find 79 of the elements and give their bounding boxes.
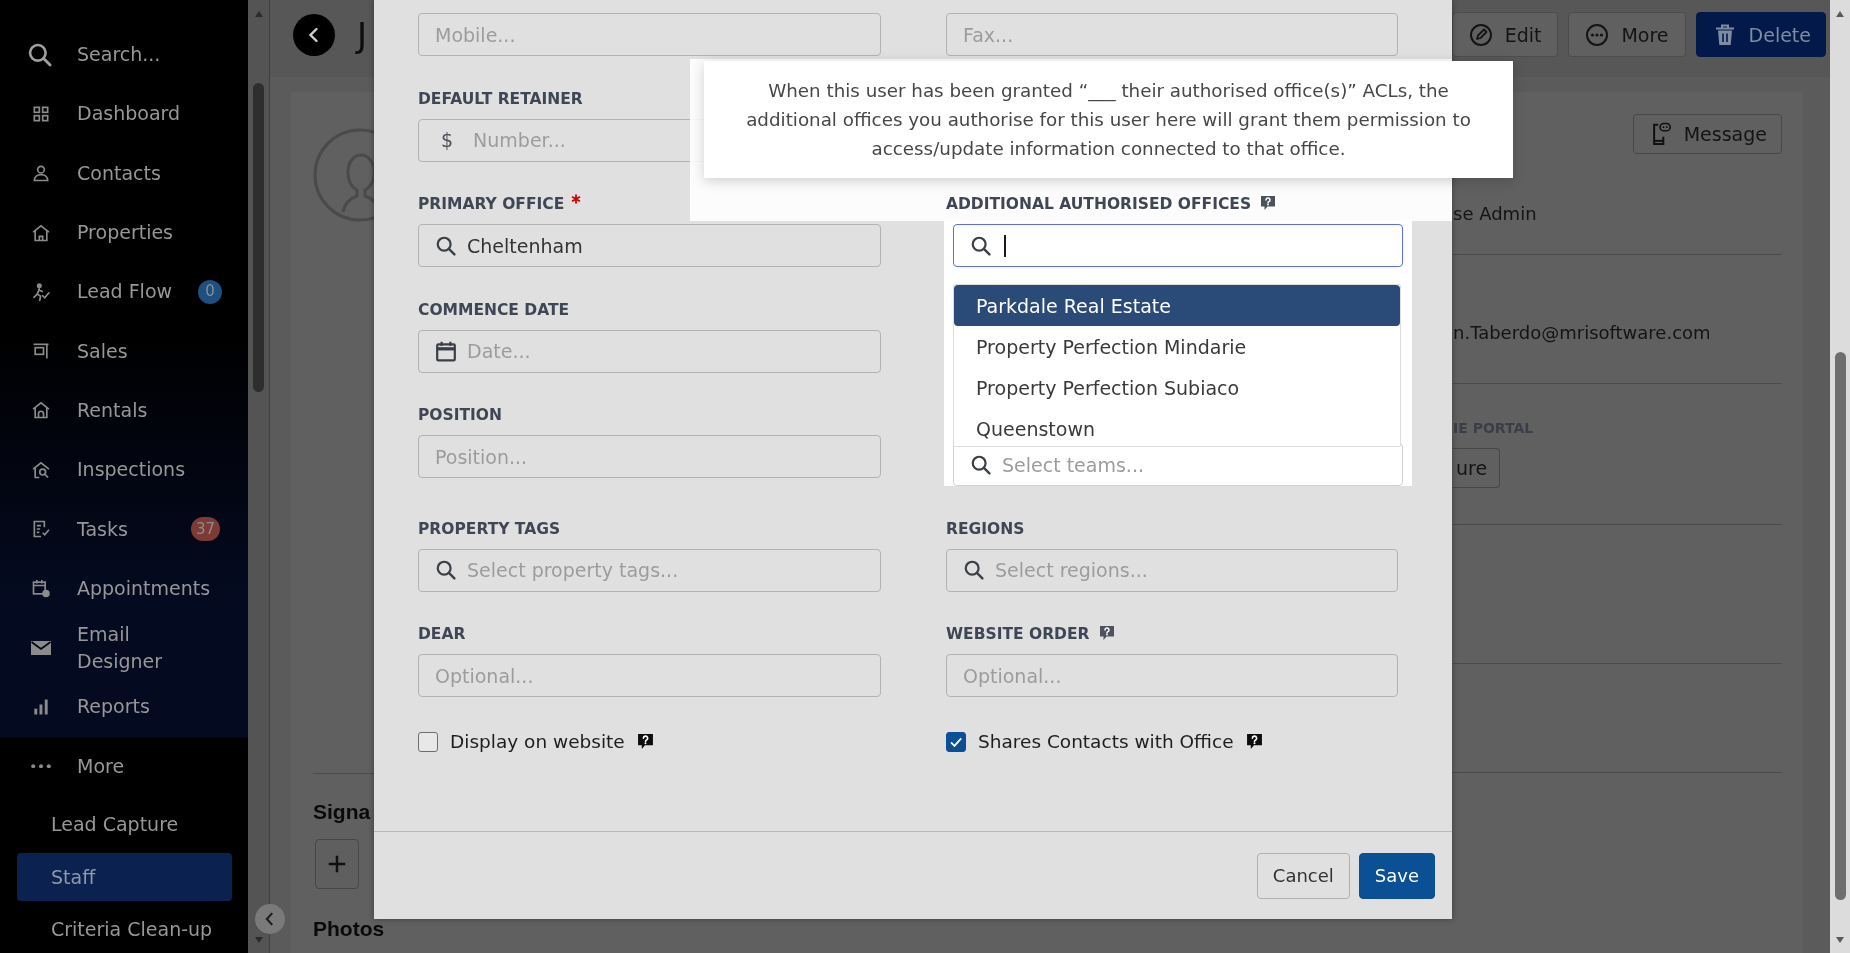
checkbox[interactable] [418, 731, 438, 752]
sidebar-item[interactable]: Appointments [0, 558, 248, 618]
up-arrow-icon[interactable] [1835, 10, 1845, 18]
detail-value: se Admin [1453, 202, 1537, 226]
scrollbar-thumb[interactable] [253, 83, 264, 392]
count-badge: 37 [190, 517, 220, 541]
delete-button[interactable]: Delete [1695, 12, 1826, 57]
help-icon[interactable] [1260, 194, 1277, 211]
search-icon [435, 234, 457, 257]
sidebar-item[interactable]: Reports [0, 677, 248, 737]
help-icon[interactable] [1245, 733, 1263, 750]
scrollbar[interactable] [1830, 0, 1850, 953]
checkbox[interactable] [946, 731, 966, 752]
dropdown-option[interactable]: Property Perfection Mindarie [954, 326, 1400, 367]
pencil-icon [1468, 22, 1493, 47]
sidebar-subitem[interactable]: Criteria Clean-up [17, 905, 232, 953]
add-button[interactable] [315, 839, 359, 889]
checklist-icon [31, 519, 51, 539]
sidebar-subitem[interactable]: Staff [17, 852, 232, 901]
field-label: REGIONS [946, 519, 1025, 538]
sidebar-item[interactable]: More [0, 736, 248, 796]
sidebar-search-button[interactable]: Search... [0, 25, 248, 85]
search-icon [435, 559, 457, 581]
sidebar-item[interactable]: Tasks 37 [0, 499, 248, 559]
search-icon [27, 41, 53, 68]
page-title: J [357, 14, 368, 55]
house-icon [31, 400, 51, 421]
help-icon[interactable] [636, 733, 654, 750]
search-icon [970, 453, 992, 476]
save-button[interactable]: Save [1358, 852, 1435, 899]
section-title: Signa [313, 799, 371, 825]
sidebar-subitem[interactable]: Lead Capture [17, 800, 232, 849]
scrollbar-thumb[interactable] [1834, 352, 1846, 900]
checkbox-label[interactable]: Shares Contacts with Office [978, 731, 1234, 752]
house-icon [31, 222, 51, 243]
field-label: DEFAULT RETAINER [418, 89, 583, 108]
search-icon [970, 234, 992, 257]
sidebar-item[interactable]: Email Designer [0, 617, 248, 678]
plus-icon [326, 853, 348, 875]
text-cursor-icon [1004, 234, 1006, 257]
sidebar-item[interactable]: Dashboard [0, 84, 248, 144]
scrollbar[interactable] [248, 0, 270, 953]
calendar-icon [31, 578, 51, 599]
sidebar-item[interactable]: Inspections [0, 440, 248, 500]
checkbox-label[interactable]: Display on website [450, 731, 625, 752]
ellipsis-circle-icon [1585, 22, 1610, 47]
person-icon [31, 163, 51, 184]
count-badge: 0 [198, 279, 223, 304]
down-arrow-icon[interactable] [1835, 936, 1845, 944]
dropdown-option[interactable]: Property Perfection Subiaco [954, 367, 1400, 408]
sidebar-item[interactable]: Sales [0, 321, 248, 381]
sidebar-item[interactable]: Lead Flow 0 [0, 262, 248, 322]
section-title: Photos [313, 916, 385, 942]
help-icon[interactable] [1098, 624, 1115, 641]
field-label: COMMENCE DATE [418, 300, 570, 319]
tooltip: When this user has been granted “___ their authorised office(s)” ACLs, the additional offices you authorise for this user here will grant them permission to access/update information connected to that office. [704, 61, 1513, 178]
avatar-icon [313, 128, 374, 222]
search-icon [963, 559, 985, 581]
search-field[interactable] [953, 224, 1403, 267]
sidebar-item[interactable]: Properties [0, 202, 248, 263]
search-field[interactable]: Cheltenham [418, 224, 881, 267]
field-label: ADDITIONAL AUTHORISED OFFICES [946, 195, 1252, 213]
detail-value: n.Taberdo@mrisoftware.com [1453, 321, 1711, 345]
house-search-icon [31, 459, 51, 480]
field-label: PROPERTY TAGS [418, 519, 561, 538]
back-button[interactable] [293, 13, 335, 56]
more-icon [31, 763, 51, 769]
field-label: DEAR [418, 625, 466, 643]
calendar-icon [435, 340, 457, 362]
dropdown-option[interactable]: Parkdale Real Estate [954, 285, 1400, 326]
field-label: POSITION [418, 406, 502, 424]
sidebar-item[interactable]: Contacts [0, 143, 248, 203]
person-check-icon [31, 281, 51, 302]
envelope-icon [31, 640, 51, 655]
cancel-button[interactable]: Cancel [1256, 852, 1350, 899]
sidebar-item[interactable]: Rentals [0, 380, 248, 441]
signboard-icon [31, 341, 51, 362]
field-label: WEBSITE ORDER [946, 625, 1090, 643]
field-label: PRIMARY OFFICE [418, 195, 565, 213]
